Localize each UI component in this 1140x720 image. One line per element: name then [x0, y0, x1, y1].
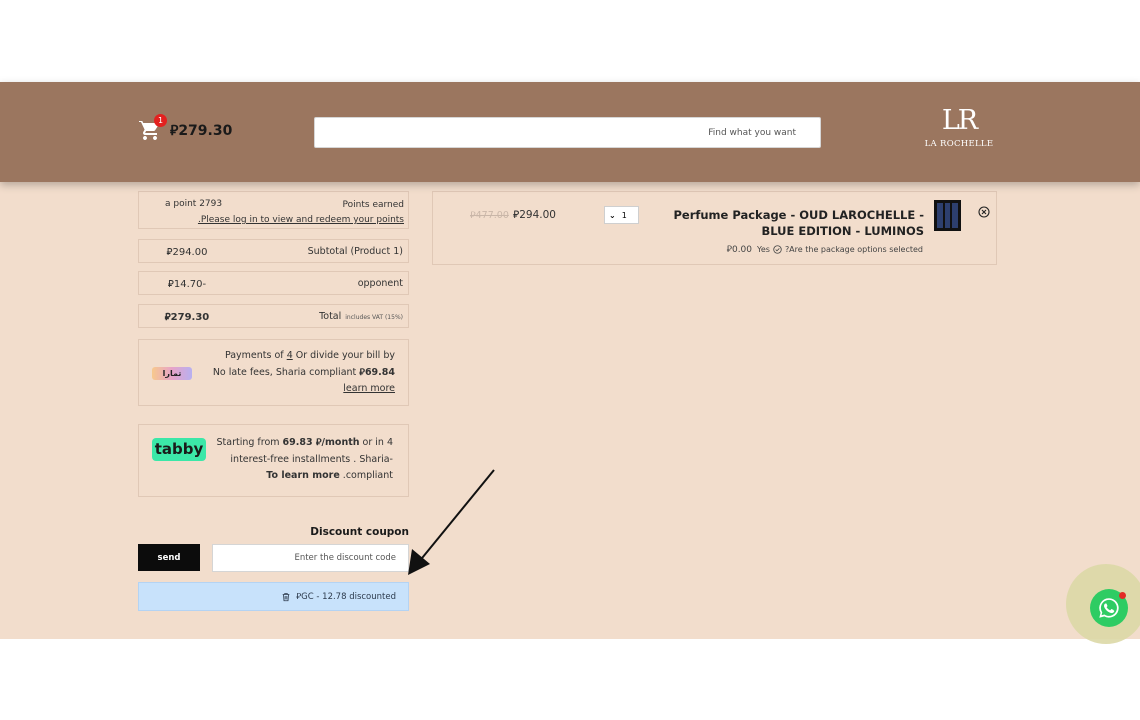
page: 1 ⃁279.30 LR LA ROCHELLE a point 2793 Po…	[0, 0, 1140, 720]
product-name[interactable]: Perfume Package - OUD LAROCHELLE - BLUE …	[654, 207, 924, 239]
remove-item-icon[interactable]	[978, 206, 990, 218]
product-old-price: ⃁477.00	[470, 210, 509, 221]
tamara-amount: ⃁69.84	[359, 366, 395, 378]
tamara-learn-more-link[interactable]: learn more	[213, 381, 395, 398]
cart-total[interactable]: ⃁279.30	[170, 121, 232, 139]
discount-value: ⃁14.70-	[167, 278, 207, 290]
tamara-text: Payments of 4 Or divide your bill by No …	[213, 348, 395, 398]
notification-dot	[1119, 592, 1126, 599]
tabby-line1-suffix: or in 4	[359, 437, 393, 448]
trash-icon[interactable]	[281, 592, 291, 602]
product-thumbnail[interactable]	[934, 200, 961, 231]
logo-text: LA ROCHELLE	[924, 139, 994, 149]
search-input[interactable]	[315, 118, 820, 147]
tabby-text: Starting from 69.83 ⃁/month or in 4 inte…	[193, 435, 394, 485]
points-box: a point 2793 Points earned .Please log i…	[138, 191, 409, 229]
cart-count-badge: 1	[154, 114, 167, 127]
quantity-select[interactable]: ⌄ 1	[604, 206, 639, 224]
whatsapp-icon	[1099, 598, 1119, 618]
applied-coupon-text: ⃁GC - 12.78 discounted	[296, 592, 396, 602]
option-amount: ⃁0.00	[726, 245, 753, 255]
subtotal-label: Subtotal (Product 1)	[307, 245, 403, 257]
points-label: Points earned	[342, 200, 404, 210]
tabby-widget: tabby Starting from 69.83 ⃁/month or in …	[138, 424, 409, 497]
cart-content: a point 2793 Points earned .Please log i…	[0, 182, 1140, 639]
points-login-link[interactable]: .Please log in to view and redeem your p…	[198, 213, 404, 228]
site-logo[interactable]: LR LA ROCHELLE	[921, 106, 997, 160]
tamara-line1-prefix: Payments of	[224, 350, 287, 361]
discount-row: ⃁14.70- opponent	[138, 271, 409, 295]
total-label: Total	[319, 310, 342, 322]
search-box[interactable]	[314, 117, 821, 148]
tabby-line2: interest-free installments . Sharia-	[230, 453, 393, 465]
vat-note: includes VAT (15%)	[345, 313, 403, 321]
subtotal-row: ⃁294.00 Subtotal (Product 1)	[138, 239, 409, 263]
check-circle-icon	[773, 245, 782, 254]
total-row: ⃁279.30 Total includes VAT (15%)	[138, 304, 409, 328]
tamara-widget: تمارا Payments of 4 Or divide your bill …	[138, 339, 409, 406]
applied-coupon: ⃁GC - 12.78 discounted	[138, 582, 409, 611]
send-coupon-button[interactable]: send	[138, 544, 200, 571]
site-header: 1 ⃁279.30 LR LA ROCHELLE	[0, 82, 1140, 182]
cart-product-row: ⃁477.00 ⃁294.00 ⌄ 1 Perfume Package - OU…	[432, 191, 997, 265]
cart-button[interactable]: 1 ⃁279.30	[138, 114, 232, 142]
tabby-learn-more-link[interactable]: To learn more	[266, 470, 339, 481]
total-value: ⃁279.30	[164, 311, 210, 323]
points-info: Points earned .Please log in to view and…	[198, 198, 404, 228]
option-question: ?Are the package options selected	[784, 245, 923, 254]
option-yes: Yes	[757, 245, 770, 254]
product-price: ⃁294.00	[513, 209, 556, 221]
discount-label: opponent	[357, 277, 403, 289]
chevron-down-icon: ⌄	[609, 210, 616, 220]
tamara-line2-prefix: No late fees, Sharia compliant	[212, 366, 360, 378]
coupon-code-input[interactable]	[212, 544, 409, 572]
tamara-line1-suffix: Or divide your bill by	[292, 350, 395, 361]
tabby-line3-suffix: .compliant	[339, 470, 393, 481]
tabby-amount: 69.83 ⃁/month	[282, 437, 360, 448]
cart-icon[interactable]: 1	[138, 114, 167, 142]
coupon-label: Discount coupon	[310, 526, 409, 538]
tabby-line1-prefix: Starting from	[216, 437, 283, 448]
quantity-value: 1	[621, 210, 627, 220]
total-label-group: Total includes VAT (15%)	[319, 311, 403, 322]
product-options: ⃁0.00 Yes ?Are the package options selec…	[727, 244, 923, 255]
tamara-logo: تمارا	[152, 367, 192, 380]
subtotal-value: ⃁294.00	[166, 246, 208, 258]
annotation-arrow-icon	[408, 469, 495, 575]
logo-mark: LR	[941, 105, 978, 136]
